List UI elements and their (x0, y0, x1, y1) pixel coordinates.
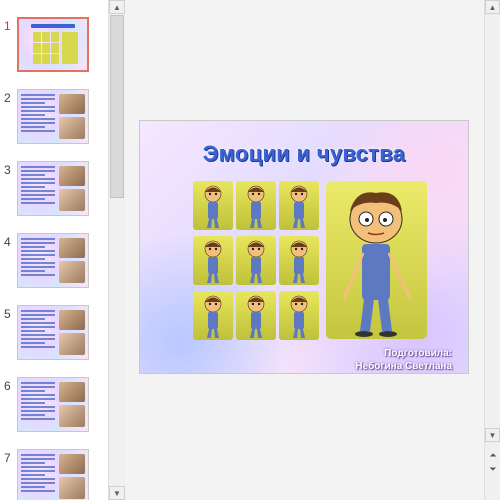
thumbnail-image-tile (33, 43, 41, 53)
thumbnail-photo (59, 238, 85, 258)
thumbnail-photo (59, 117, 85, 139)
slide-number: 7 (4, 451, 11, 465)
presentation-editor: 1 2 3 4 5 6 7 ▲ ▼ Эмоции и чувства Подготовила… (0, 0, 500, 500)
thumbnail-photo (59, 454, 85, 474)
thumbnail-photo (59, 94, 85, 114)
scroll-up-icon[interactable]: ▲ (109, 0, 125, 14)
current-slide[interactable]: Эмоции и чувства Подготовила: Небогина С… (139, 120, 469, 374)
slide-number: 6 (4, 379, 11, 393)
slide-thumbnail[interactable] (17, 89, 89, 144)
emotion-image-tile[interactable] (236, 236, 276, 285)
slide-thumbnail-row[interactable]: 5 (0, 305, 108, 363)
thumbnail-image-tile (51, 32, 59, 42)
slide-thumbnail-row[interactable]: 1 (0, 17, 108, 75)
emotion-image-tile[interactable] (279, 236, 319, 285)
slide-number: 2 (4, 91, 11, 105)
emotion-image-tile[interactable] (236, 181, 276, 230)
slide-thumbnail[interactable] (17, 17, 89, 72)
thumbnail-photo (59, 405, 85, 427)
slide-thumbnail[interactable] (17, 161, 89, 216)
scrollbar-thumb[interactable] (110, 15, 124, 198)
cartoon-boy-icon (204, 295, 222, 338)
author-credit-label: Подготовила: (384, 348, 452, 359)
thumbnail-image-tile (42, 32, 50, 42)
thumbnail-text-block (21, 454, 55, 494)
thumbnail-image-tile (51, 43, 59, 53)
slide-editor-area: Эмоции и чувства Подготовила: Небогина С… (125, 0, 483, 500)
thumbnail-photo (59, 261, 85, 283)
cartoon-boy-icon (290, 295, 308, 338)
emotion-image-tile[interactable] (279, 181, 319, 230)
author-name: Небогина Светлана (355, 361, 452, 372)
slide-title[interactable]: Эмоции и чувства (140, 141, 468, 167)
thumbnail-image-tile (51, 54, 59, 64)
thumbnail-image-tile (33, 54, 41, 64)
cartoon-boy-icon (247, 240, 265, 283)
thumbnail-photo (59, 166, 85, 186)
thumbnail-image-tile (42, 43, 50, 53)
slide-thumbnail-row[interactable]: 4 (0, 233, 108, 291)
thumbnail-photo (59, 310, 85, 330)
slide-thumbnail[interactable] (17, 377, 89, 432)
thumbnails-scrollbar[interactable]: ▲ ▼ (108, 0, 125, 500)
cartoon-boy-icon (247, 295, 265, 338)
double-chevron-up-icon[interactable]: ⏶ (486, 448, 500, 462)
slide-thumbnail[interactable] (17, 233, 89, 288)
scroll-up-icon[interactable]: ▲ (485, 0, 500, 14)
slide-number: 4 (4, 235, 11, 249)
thumbnail-title-bar (31, 24, 75, 28)
cartoon-boy-icon (247, 185, 265, 228)
thumbnail-photo (59, 477, 85, 499)
cartoon-boy-icon (290, 185, 308, 228)
thumbnail-text-block (21, 382, 55, 422)
emotion-image-tile[interactable] (193, 291, 233, 340)
thumbnail-image-tile (33, 32, 41, 42)
thumbnail-large-tile (62, 32, 78, 64)
slide-thumbnail-row[interactable]: 6 (0, 377, 108, 435)
slide-thumbnail[interactable] (17, 449, 89, 500)
thumbnail-photo (59, 189, 85, 211)
slide-thumbnail-row[interactable]: 3 (0, 161, 108, 219)
slide-number: 3 (4, 163, 11, 177)
slide-number: 5 (4, 307, 11, 321)
thumbnail-text-block (21, 166, 55, 206)
editor-scrollbar[interactable]: ▲ ▼ ⏶ ⏷ (484, 0, 500, 500)
thumbnail-text-block (21, 310, 55, 350)
cartoon-boy-icon (204, 185, 222, 228)
thumbnail-text-block (21, 94, 55, 134)
emotion-image-tile[interactable] (279, 291, 319, 340)
cartoon-boy-icon (290, 240, 308, 283)
emotion-image-tile[interactable] (236, 291, 276, 340)
slide-thumbnail-row[interactable]: 7 (0, 449, 108, 500)
scroll-down-icon[interactable]: ▼ (109, 486, 125, 500)
large-character-image[interactable] (326, 181, 427, 339)
thumbnail-text-block (21, 238, 55, 278)
thumbnail-photo (59, 333, 85, 355)
scroll-down-icon[interactable]: ▼ (485, 428, 500, 442)
slide-thumbnails-panel: 1 2 3 4 5 6 7 (0, 0, 108, 500)
cartoon-boy-illustration (342, 192, 412, 337)
slide-thumbnail[interactable] (17, 305, 89, 360)
double-chevron-down-icon[interactable]: ⏷ (486, 462, 500, 476)
emotion-image-tile[interactable] (193, 236, 233, 285)
cartoon-boy-icon (204, 240, 222, 283)
thumbnail-photo (59, 382, 85, 402)
thumbnail-image-tile (42, 54, 50, 64)
emotion-image-tile[interactable] (193, 181, 233, 230)
slide-number: 1 (4, 19, 11, 33)
slide-thumbnail-row[interactable]: 2 (0, 89, 108, 147)
